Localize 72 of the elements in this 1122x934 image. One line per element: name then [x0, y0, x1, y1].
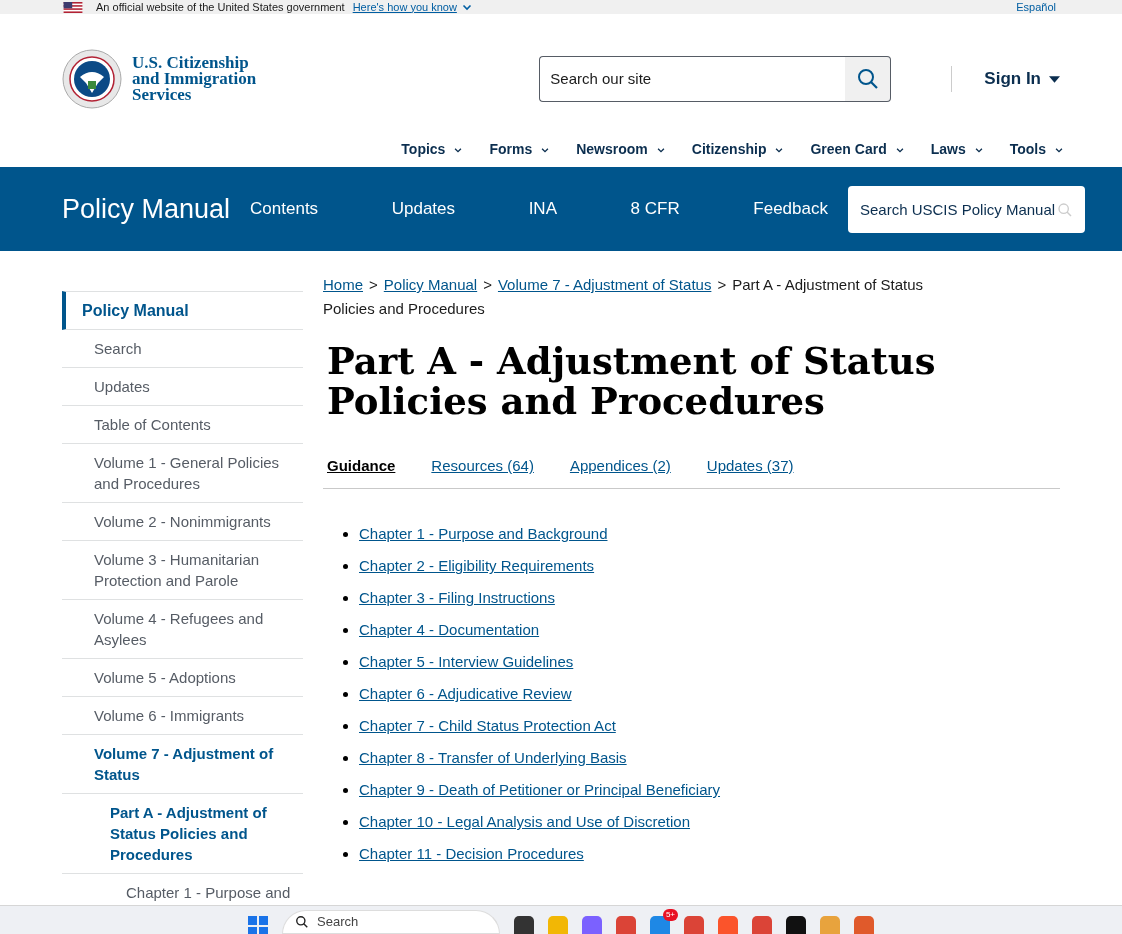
notification-badge: 5+	[662, 909, 678, 921]
content-tab[interactable]: Resources (64)	[431, 455, 534, 478]
official-site-text: An official website of the United States government	[96, 1, 345, 13]
bullet-icon	[343, 564, 348, 569]
chapter-link[interactable]: Chapter 5 - Interview Guidelines	[359, 651, 574, 674]
sidebar-link[interactable]: Policy Manual	[62, 291, 303, 330]
chapter-link[interactable]: Chapter 11 - Decision Procedures	[359, 843, 584, 866]
sidebar-link[interactable]: Volume 6 - Immigrants	[62, 697, 303, 735]
taskbar-search-field[interactable]: Search	[282, 910, 500, 934]
breadcrumb-link[interactable]: Policy Manual	[383, 276, 478, 293]
nav-link[interactable]: Newsroom	[576, 139, 648, 160]
bullet-icon	[343, 724, 348, 729]
sidebar-link[interactable]: Volume 7 - Adjustment of Status	[62, 735, 303, 794]
sidebar-link[interactable]: Part A - Adjustment of Status Policies and Procedures	[62, 794, 303, 874]
agency-name-text: and Immigration	[132, 71, 257, 87]
nav-link[interactable]: Citizenship	[691, 139, 767, 160]
policy-nav-link[interactable]: Updates	[391, 196, 456, 222]
nav-link[interactable]: Tools	[1009, 139, 1046, 160]
sidebar-link[interactable]: Volume 1 - General Policies and Procedures	[62, 444, 303, 503]
policy-nav-link[interactable]: Feedback	[753, 196, 828, 222]
nav-link[interactable]: Laws	[930, 139, 966, 160]
chapter-link[interactable]: Chapter 3 - Filing Instructions	[359, 587, 555, 610]
nav-link[interactable]: Forms	[489, 139, 533, 160]
bullet-icon	[343, 660, 348, 665]
chapter-link[interactable]: Chapter 1 - Purpose and Background	[359, 523, 608, 546]
seal-logo-icon	[62, 49, 122, 109]
chapter-link[interactable]: Chapter 2 - Eligibility Requirements	[359, 555, 595, 578]
taskbar-search-text: Search	[317, 913, 359, 932]
bullet-icon	[343, 628, 348, 633]
policy-search-field[interactable]: Search USCIS Policy Manual	[848, 185, 1085, 233]
page-heading: Part A - Adjustment of Status Policies and Procedures	[327, 341, 937, 421]
sidebar-link[interactable]: Updates	[62, 368, 303, 406]
sidebar-link[interactable]: Volume 2 - Nonimmigrants	[62, 503, 303, 541]
sidebar-link[interactable]: Search	[62, 330, 303, 368]
bullet-icon	[343, 596, 348, 601]
breadcrumb-link[interactable]: Volume 7 - Adjustment of Status	[497, 276, 712, 293]
bullet-icon	[343, 820, 348, 825]
chapter-link[interactable]: Chapter 8 - Transfer of Underlying Basis	[359, 747, 627, 770]
chapter-link[interactable]: Chapter 10 - Legal Analysis and Use of Discretion	[359, 811, 690, 834]
policy-nav-link[interactable]: Contents	[250, 196, 319, 222]
content-tab[interactable]: Appendices (2)	[569, 455, 671, 478]
policy-nav-link[interactable]: 8 CFR	[630, 196, 680, 222]
content-tab[interactable]: Guidance	[327, 455, 396, 478]
how-you-know-link[interactable]: Here's how you know	[352, 1, 457, 13]
chapter-link[interactable]: Chapter 6 - Adjudicative Review	[359, 683, 572, 706]
bullet-icon	[343, 692, 348, 697]
bullet-icon	[343, 756, 348, 761]
bullet-icon	[343, 788, 348, 793]
content-tab[interactable]: Updates (37)	[706, 455, 794, 478]
chapter-link[interactable]: Chapter 9 - Death of Petitioner or Principal Beneficiary	[359, 779, 720, 802]
sidebar-link[interactable]: Volume 4 - Refugees and Asylees	[62, 600, 303, 659]
breadcrumb-trail: Home > Policy Manual > Volume 7 - Adjustment of Status > Part A - Adjustment of Status Policies and Procedures	[323, 275, 925, 319]
chapter-link[interactable]: Chapter 7 - Child Status Protection Act	[359, 715, 616, 738]
agency-name-text: Services	[132, 87, 192, 103]
nav-link[interactable]: Topics	[401, 139, 446, 160]
sidebar-link[interactable]: Volume 5 - Adoptions	[62, 659, 303, 697]
windows-logo-icon[interactable]	[248, 916, 268, 934]
agency-name-text: U.S. Citizenship	[132, 55, 249, 71]
sidebar-link[interactable]: Table of Contents	[62, 406, 303, 444]
bullet-icon	[343, 532, 348, 537]
language-link[interactable]: Español	[1016, 1, 1056, 13]
policy-nav-link[interactable]: INA	[528, 196, 557, 222]
search-icon	[295, 915, 309, 929]
nav-link[interactable]: Green Card	[810, 139, 887, 160]
sign-in-button[interactable]: Sign In	[984, 66, 1060, 92]
search-icon	[1057, 201, 1073, 218]
sidebar-link[interactable]: Volume 3 - Humanitarian Protection and Parole	[62, 541, 303, 600]
caret-icon	[1049, 75, 1060, 83]
chapter-link[interactable]: Chapter 4 - Documentation	[359, 619, 540, 642]
breadcrumb-link[interactable]: Home	[323, 276, 363, 293]
policy-manual-title: Policy Manual	[62, 192, 231, 226]
bullet-icon	[343, 852, 348, 857]
